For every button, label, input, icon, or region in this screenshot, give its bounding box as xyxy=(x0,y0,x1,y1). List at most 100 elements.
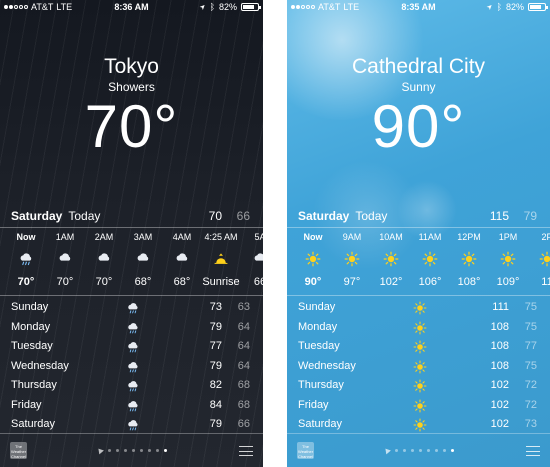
today-high: 70 xyxy=(208,209,222,223)
daily-icon xyxy=(126,418,140,432)
status-right: ➤ ᛒ 82% xyxy=(198,2,261,12)
page-dot xyxy=(155,449,159,452)
daily-day: Friday xyxy=(298,398,329,411)
cloud-icon xyxy=(98,253,110,261)
page-dot xyxy=(115,449,119,452)
battery-icon xyxy=(241,3,261,11)
sun-icon xyxy=(413,301,427,315)
hour-time: 1PM xyxy=(498,232,518,242)
sun-icon xyxy=(500,251,516,267)
daily-day: Sunday xyxy=(11,301,49,313)
hour-time: 9AM xyxy=(342,232,362,242)
daily-high: 108 xyxy=(490,320,509,333)
daily-low: 68 xyxy=(237,379,250,391)
daily-icon xyxy=(413,321,427,335)
hour-time: Now xyxy=(16,232,36,242)
cloud-rain-icon xyxy=(128,322,138,333)
page-indicator[interactable] xyxy=(287,446,550,455)
divider xyxy=(287,227,550,228)
daily-row: Saturday 79 66 xyxy=(11,415,252,435)
page-dot xyxy=(131,449,135,452)
hour-temp: Sunrise xyxy=(202,276,240,288)
page-dot xyxy=(442,449,446,452)
daily-low: 66 xyxy=(237,418,250,430)
hour-temp: 66 xyxy=(253,276,263,288)
page-dot xyxy=(163,449,167,452)
hour-item: 12PM 108° xyxy=(449,230,489,294)
page-dot xyxy=(402,449,406,452)
daily-icon xyxy=(126,301,140,315)
today-row: Saturday Today 115 79 xyxy=(298,209,539,225)
daily-day: Friday xyxy=(11,398,42,411)
daily-icon xyxy=(126,399,140,413)
hour-temp: 97° xyxy=(343,276,361,288)
hour-item: 9AM 97° xyxy=(332,230,372,294)
daily-high: 102 xyxy=(490,398,509,411)
hour-icon xyxy=(449,250,489,268)
bottom-bar: The Weather Channel xyxy=(287,433,550,467)
bluetooth-icon: ᛒ xyxy=(209,2,215,12)
list-icon[interactable] xyxy=(526,446,540,456)
page-dot xyxy=(450,449,454,452)
daily-row: Friday 84 68 xyxy=(11,396,252,416)
daily-day: Wednesday xyxy=(11,359,69,372)
hour-icon xyxy=(488,250,528,268)
city-name: Tokyo xyxy=(104,55,159,78)
battery-percent: 82% xyxy=(505,2,524,12)
cloud-rain-icon xyxy=(128,361,138,372)
battery-icon xyxy=(528,3,548,11)
hour-icon xyxy=(240,250,263,268)
hour-temp: 109° xyxy=(496,276,520,288)
bluetooth-icon: ᛒ xyxy=(496,2,502,12)
hour-temp: 68° xyxy=(173,276,191,288)
daily-row: Saturday 102 73 xyxy=(298,415,539,435)
hour-time: 4:25 AM xyxy=(204,232,238,242)
daily-icon xyxy=(413,399,427,413)
hour-time: 12PM xyxy=(457,232,481,242)
hour-item: 4:25 AM Sunrise xyxy=(201,230,241,294)
daily-low: 64 xyxy=(237,340,250,352)
list-icon[interactable] xyxy=(239,446,253,456)
hour-time: 11AM xyxy=(418,232,442,242)
daily-icon xyxy=(413,360,427,374)
hour-item: 4AM 68° xyxy=(162,230,202,294)
status-right: ➤ ᛒ 82% xyxy=(485,2,548,12)
hour-item: Now 90° xyxy=(293,230,333,294)
divider xyxy=(0,227,263,228)
daily-row: Tuesday 77 64 xyxy=(11,337,252,357)
daily-row: Thursday 82 68 xyxy=(11,376,252,396)
hour-item: 5A 66 xyxy=(240,230,263,294)
daily-forecast: Sunday 73 63 Monday 79 64 Tuesday 77 64 Wednesday… xyxy=(11,298,252,435)
today-day: Saturday xyxy=(298,209,350,223)
hour-item: 1PM 109° xyxy=(488,230,528,294)
sun-icon xyxy=(413,321,427,334)
daily-icon xyxy=(126,321,140,335)
daily-low: 75 xyxy=(524,320,537,333)
daily-row: Friday 102 72 xyxy=(298,396,539,416)
page-dot xyxy=(123,449,127,452)
hour-time: 2AM xyxy=(94,232,114,242)
hour-item: 11AM 106° xyxy=(410,230,450,294)
hour-item: 1AM 70° xyxy=(45,230,85,294)
hourly-forecast[interactable]: Now 90° 9AM 97° 10AM 102° 11AM 106° 12PM 108° 1PM 1… xyxy=(287,230,550,294)
hourly-forecast[interactable]: Now 70° 1AM 70° 2AM 70° 3AM 68° 4AM 68° 4:25 AM Sun… xyxy=(0,230,263,294)
daily-low: 64 xyxy=(237,359,250,372)
sun-icon xyxy=(413,360,427,373)
page-indicator[interactable] xyxy=(0,446,263,455)
daily-icon xyxy=(126,360,140,374)
sun-icon xyxy=(383,251,399,267)
cloud-rain-icon xyxy=(128,342,138,353)
daily-row: Thursday 102 72 xyxy=(298,376,539,396)
daily-low: 75 xyxy=(524,359,537,372)
page-dot xyxy=(434,449,438,452)
daily-day: Monday xyxy=(11,320,51,333)
hour-temp: 108° xyxy=(457,276,481,288)
sun-icon xyxy=(305,251,321,267)
today-day: Saturday xyxy=(11,209,63,223)
status-bar: AT&T LTE 8:36 AM ➤ ᛒ 82% xyxy=(0,0,263,16)
hour-temp: 102° xyxy=(379,276,403,288)
hour-time: 2P xyxy=(541,232,550,242)
hour-item: 2AM 70° xyxy=(84,230,124,294)
daily-high: 84 xyxy=(209,398,222,411)
weather-screen-cathedral-city: AT&T LTE 8:35 AM ➤ ᛒ 82% Cathedral City Sunny 90… xyxy=(287,0,550,467)
